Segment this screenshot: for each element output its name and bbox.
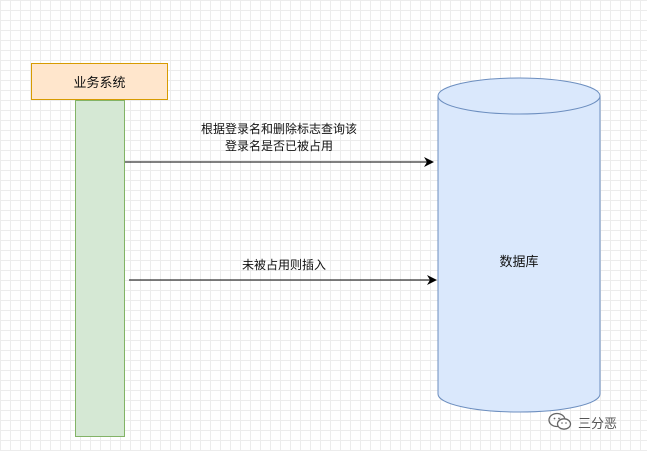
system-participant-box: 业务系统 [31,63,168,100]
database-cylinder [437,77,601,413]
system-activation-bar [75,100,125,437]
diagram-canvas: 业务系统 数据库 根据登录名和删除标志查询该 登录名是否已被占用 未被占用则插入… [0,0,647,451]
message-insert-label: 未被占用则插入 [241,258,326,272]
wechat-icon [548,412,572,430]
message-query-line2: 登录名是否已被占用 [224,139,333,153]
database-label: 数据库 [499,255,539,270]
watermark-text: 三分恶 [578,416,618,432]
system-label: 业务系统 [73,76,126,91]
message-query-line1: 根据登录名和删除标志查询该 [200,122,357,136]
watermark: 三分恶 [548,412,617,432]
